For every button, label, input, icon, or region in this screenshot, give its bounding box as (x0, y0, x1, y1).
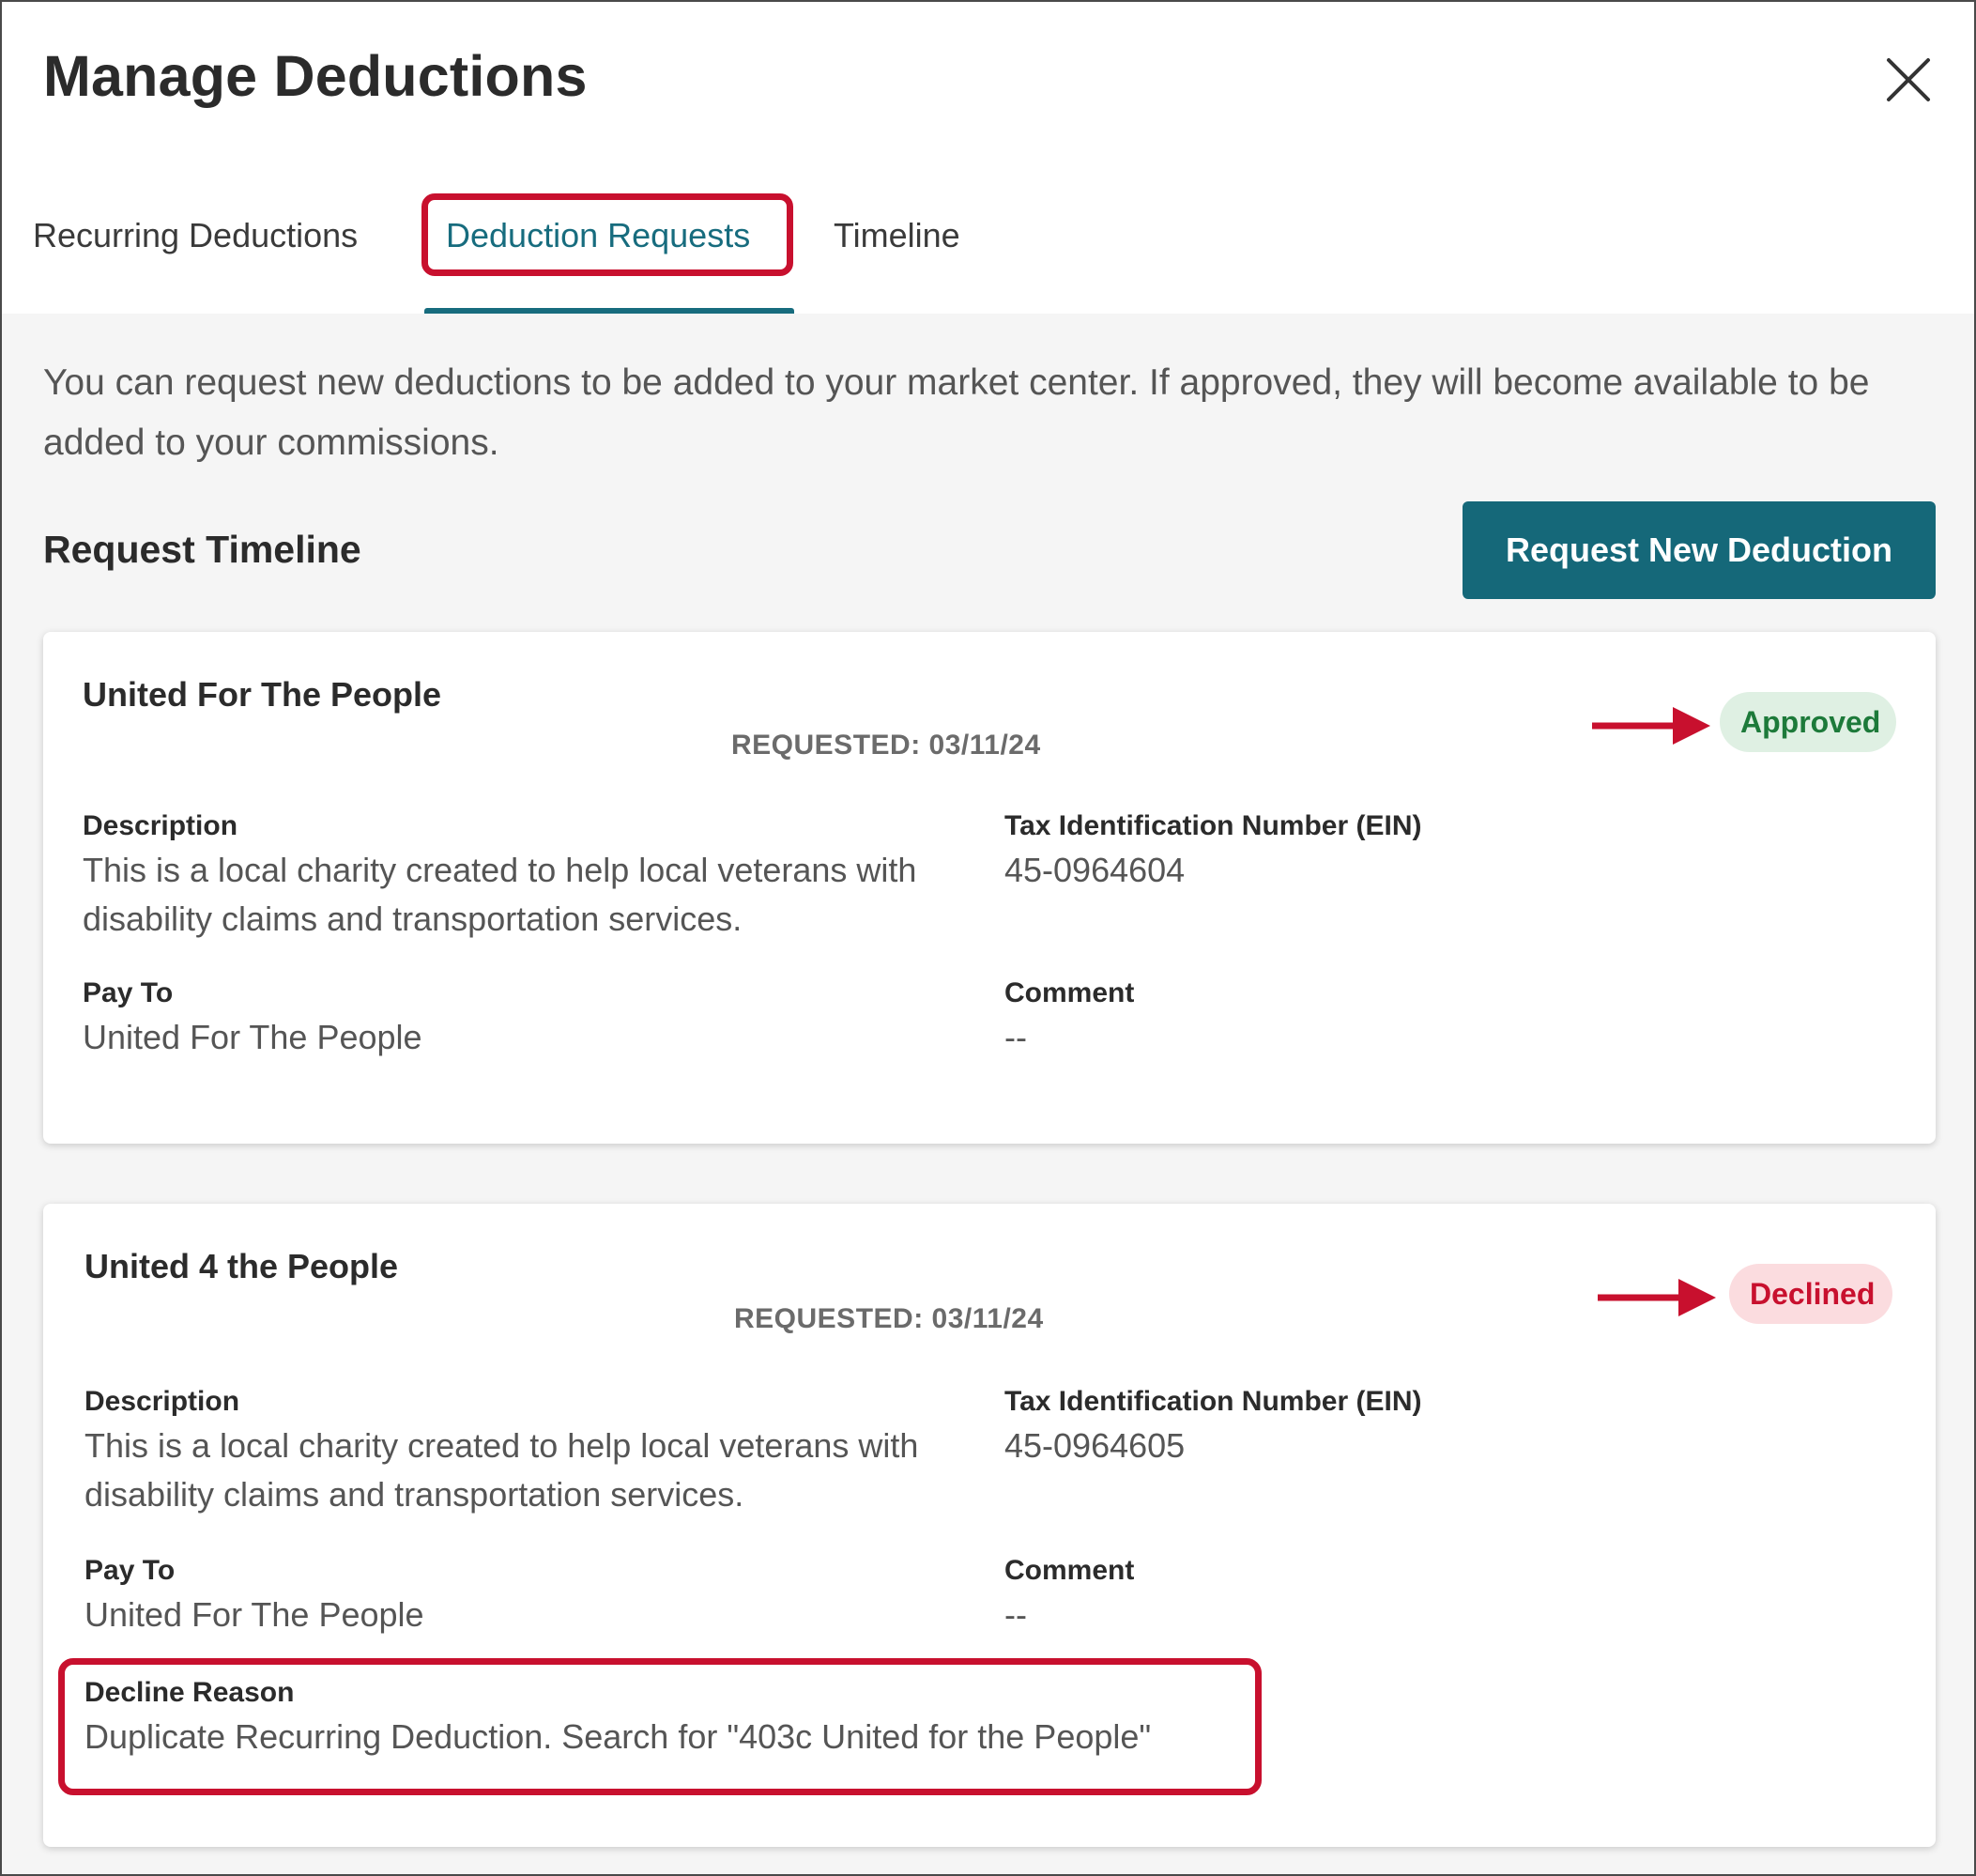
intro-text: You can request new deductions to be add… (43, 362, 1870, 463)
status-badge: Declined (1729, 1264, 1892, 1324)
arrow-right-icon (1596, 1275, 1718, 1320)
ein-label: Tax Identification Number (EIN) (1004, 810, 1422, 841)
description-value: This is a local charity created to help … (84, 1426, 919, 1514)
close-button[interactable] (1879, 51, 1938, 109)
description-label: Description (83, 810, 238, 841)
pay-to-value: United For The People (83, 1018, 422, 1056)
active-tab-indicator (424, 308, 794, 314)
requested-date: REQUESTED: 03/11/24 (734, 1303, 1044, 1334)
ein-value: 45-0964604 (1004, 851, 1186, 889)
ein-value: 45-0964605 (1004, 1426, 1186, 1465)
close-icon (1887, 58, 1930, 101)
requested-date: REQUESTED: 03/11/24 (731, 730, 1041, 761)
tab-timeline[interactable]: Timeline (834, 216, 960, 255)
status-badge: Approved (1720, 692, 1896, 752)
arrow-right-icon (1590, 703, 1712, 748)
pay-to-label: Pay To (84, 1555, 176, 1586)
decline-reason-highlight-annotation (58, 1658, 1262, 1795)
ein-label: Tax Identification Number (EIN) (1004, 1386, 1422, 1417)
tab-highlight-annotation (421, 193, 793, 276)
comment-value: -- (1004, 1018, 1027, 1056)
request-name: United For The People (83, 675, 442, 714)
tab-recurring-deductions[interactable]: Recurring Deductions (33, 216, 358, 255)
comment-label: Comment (1004, 1555, 1135, 1586)
dialog-header: Manage Deductions Recurring Deductions D… (2, 2, 1974, 314)
request-card: United 4 the People REQUESTED: 03/11/24 … (43, 1204, 1936, 1847)
manage-deductions-dialog: Manage Deductions Recurring Deductions D… (0, 0, 1976, 1876)
description-value: This is a local charity created to help … (83, 851, 917, 938)
request-new-deduction-button[interactable]: Request New Deduction (1463, 501, 1936, 599)
tab-bar: Recurring Deductions Deduction Requests … (2, 190, 1974, 314)
request-card: United For The People REQUESTED: 03/11/2… (43, 632, 1936, 1144)
section-title: Request Timeline (43, 528, 361, 571)
dialog-title: Manage Deductions (43, 44, 588, 108)
comment-label: Comment (1004, 977, 1135, 1008)
pay-to-label: Pay To (83, 977, 174, 1008)
request-name: United 4 the People (84, 1247, 399, 1285)
pay-to-value: United For The People (84, 1595, 424, 1634)
comment-value: -- (1004, 1595, 1027, 1634)
description-label: Description (84, 1386, 240, 1417)
